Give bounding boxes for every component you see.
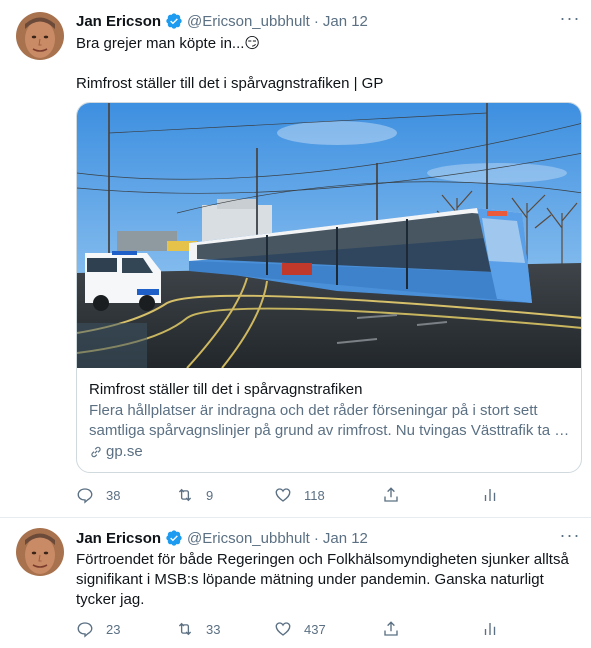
heart-icon: [275, 622, 291, 636]
card-domain[interactable]: gp.se: [89, 443, 143, 460]
tweet[interactable]: Jan Ericson @Ericson_ubbhult · Jan 12 ··…: [0, 518, 591, 648]
retweet-button[interactable]: 33: [176, 619, 220, 639]
reply-button[interactable]: 23: [76, 619, 120, 639]
reply-icon: [77, 488, 93, 504]
share-icon: [384, 621, 398, 636]
author-name[interactable]: Jan Ericson: [76, 530, 161, 547]
tweet-text: Bra grejer man köpte in...😏: [76, 35, 261, 52]
tweet-header: Jan Ericson @Ericson_ubbhult · Jan 12: [76, 11, 368, 31]
reply-button[interactable]: 38: [76, 485, 120, 505]
tweet-header: Jan Ericson @Ericson_ubbhult · Jan 12: [76, 528, 368, 548]
tweet-actions: 23 33 437: [76, 619, 506, 639]
reply-count: 23: [106, 621, 121, 637]
analytics-icon: [484, 489, 496, 501]
author-handle[interactable]: @Ericson_ubbhult: [187, 530, 310, 547]
heart-icon: [275, 488, 291, 502]
reply-icon: [77, 622, 93, 638]
tweet-actions: 38 9 118: [76, 485, 506, 505]
retweet-icon: [178, 622, 192, 636]
analytics-icon: [484, 623, 496, 635]
tweet-date[interactable]: Jan 12: [323, 530, 368, 547]
like-count: 437: [304, 621, 326, 637]
card-description: Flera hållplatser är indragna och det rå…: [89, 402, 570, 439]
avatar[interactable]: [16, 12, 64, 60]
card-domain-text: gp.se: [106, 443, 143, 460]
card-image: [77, 103, 581, 368]
share-icon: [384, 487, 398, 502]
share-button[interactable]: [382, 619, 400, 639]
separator-dot: ·: [313, 529, 319, 547]
like-button[interactable]: 437: [274, 619, 326, 639]
link-icon: [91, 446, 101, 457]
author-handle[interactable]: @Ericson_ubbhult: [187, 13, 310, 30]
tweet[interactable]: Jan Ericson @Ericson_ubbhult · Jan 12 ··…: [0, 0, 591, 518]
separator-dot: ·: [313, 12, 319, 30]
retweet-button[interactable]: 9: [176, 485, 213, 505]
more-icon[interactable]: ···: [559, 526, 581, 548]
verified-badge-icon: [166, 13, 182, 29]
retweet-count: 9: [206, 487, 214, 503]
avatar[interactable]: [16, 528, 64, 576]
like-count: 118: [304, 487, 325, 503]
analytics-button[interactable]: [481, 619, 499, 639]
like-button[interactable]: 118: [274, 485, 325, 505]
reply-count: 38: [106, 487, 121, 503]
author-name[interactable]: Jan Ericson: [76, 13, 161, 30]
retweet-icon: [178, 488, 192, 502]
tweet-text: Förtroendet för både Regeringen och Folk…: [76, 551, 569, 608]
analytics-button[interactable]: [481, 485, 499, 505]
retweet-count: 33: [206, 621, 221, 637]
tweet-date[interactable]: Jan 12: [323, 13, 368, 30]
share-button[interactable]: [382, 485, 400, 505]
more-icon[interactable]: ···: [559, 9, 581, 31]
tweet-text-link-title: Rimfrost ställer till det i spårvagnstra…: [76, 75, 384, 92]
verified-badge-icon: [166, 530, 182, 546]
link-preview-card[interactable]: Rimfrost ställer till det i spårvagnstra…: [76, 102, 582, 473]
card-title[interactable]: Rimfrost ställer till det i spårvagnstra…: [89, 381, 362, 398]
